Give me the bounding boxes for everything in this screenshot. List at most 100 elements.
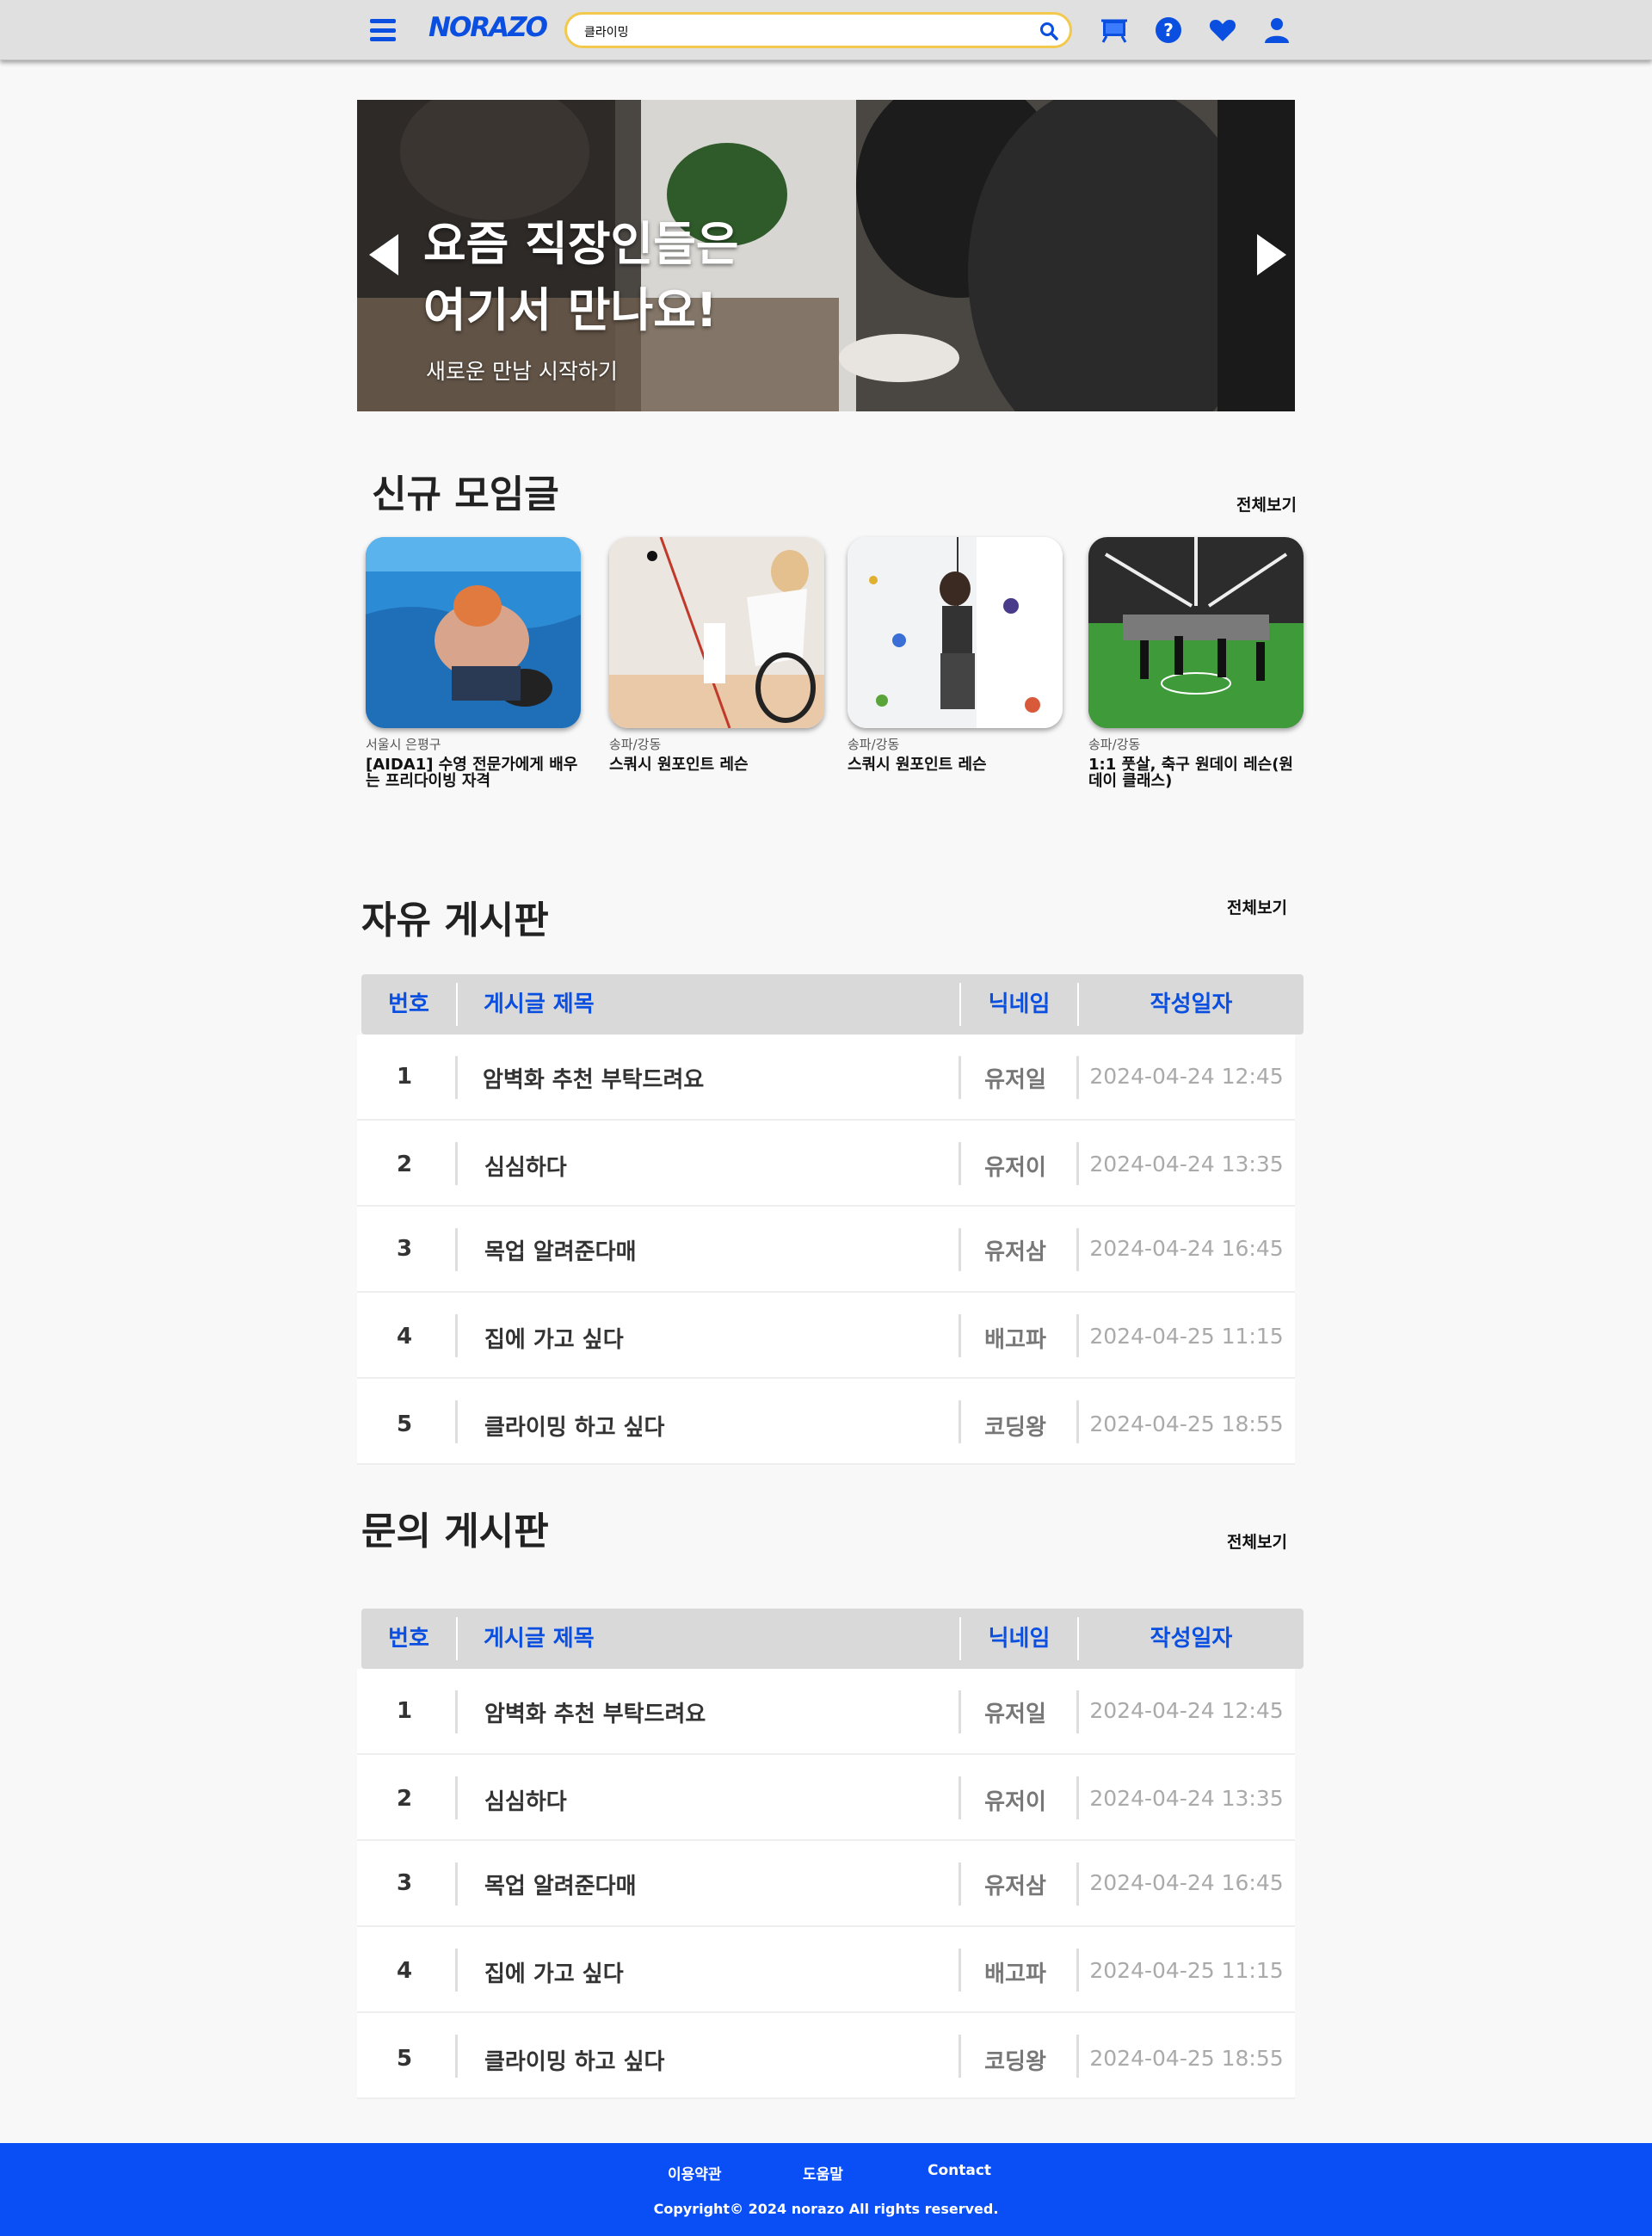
row-divider [455, 1776, 458, 1819]
search-bar[interactable]: 클라이밍 [564, 12, 1072, 48]
table-header: 번호 게시글 제목 닉네임 작성일자 [361, 1609, 1304, 1669]
top-header: NORAZO 클라이밍 ? [0, 0, 1652, 60]
row-number: 5 [396, 1411, 413, 1437]
card-title[interactable]: [AIDA1] 수영 전문가에게 배우는 프리다이빙 자격 [366, 757, 581, 789]
meeting-card[interactable]: 송파/강동 스쿼시 원포인트 레슨 [848, 537, 1063, 773]
table-row[interactable]: 2 심심하다 유저이 2024-04-24 13:35 [357, 1121, 1295, 1207]
table-row[interactable]: 1 암벽화 추천 부탁드려요 유저일 2024-04-24 12:45 [357, 1669, 1295, 1755]
copyright-text: Copyright© 2024 norazo All rights reserv… [653, 2201, 999, 2217]
banner-subtitle[interactable]: 새로운 만남 시작하기 [426, 355, 618, 386]
row-date: 2024-04-24 13:35 [1089, 1786, 1284, 1811]
row-divider [455, 1949, 458, 1992]
user-icon[interactable] [1262, 15, 1291, 45]
logo[interactable]: NORAZO [428, 12, 548, 43]
row-nickname: 유저이 [984, 1789, 1046, 1815]
row-date: 2024-04-24 12:45 [1089, 1064, 1284, 1089]
hero-banner[interactable]: 요즘 직장인들은 여기서 만나요! 새로운 만남 시작하기 [357, 100, 1295, 411]
heart-icon[interactable] [1208, 15, 1237, 45]
free-board-table: 번호 게시글 제목 닉네임 작성일자 1 암벽화 추천 부탁드려요 유저일 20… [357, 974, 1304, 1465]
svg-text:?: ? [1163, 20, 1174, 40]
free-board-see-all-link[interactable]: 전체보기 [1227, 895, 1287, 918]
row-divider [455, 1690, 458, 1733]
card-image[interactable] [366, 537, 581, 728]
table-row[interactable]: 1 암벽화 추천 부탁드려요 유저일 2024-04-24 12:45 [357, 1035, 1295, 1121]
table-row[interactable]: 3 목업 알려준다매 유저삼 2024-04-24 16:45 [357, 1841, 1295, 1927]
row-nickname: 코딩왕 [984, 1415, 1046, 1441]
card-image[interactable] [1088, 537, 1304, 728]
card-image[interactable] [609, 537, 824, 728]
card-image[interactable] [848, 537, 1063, 728]
menu-icon[interactable] [370, 19, 396, 41]
row-date: 2024-04-25 11:15 [1089, 1958, 1284, 1983]
table-row[interactable]: 3 목업 알려준다매 유저삼 2024-04-24 16:45 [357, 1207, 1295, 1293]
row-nickname: 유저삼 [984, 1874, 1046, 1899]
card-region: 송파/강동 [848, 737, 900, 752]
next-slide-arrow-icon[interactable] [1257, 234, 1286, 275]
row-title-link[interactable]: 집에 가고 싶다 [484, 1322, 624, 1354]
row-title-link[interactable]: 집에 가고 싶다 [484, 1956, 624, 1988]
meeting-card[interactable]: 서울시 은평구 [AIDA1] 수영 전문가에게 배우는 프리다이빙 자격 [366, 537, 581, 789]
footer-link-terms[interactable]: 이용약관 [668, 2162, 722, 2183]
row-divider [455, 1142, 458, 1185]
row-divider [455, 1056, 458, 1099]
prev-slide-arrow-icon[interactable] [369, 234, 398, 275]
table-row[interactable]: 2 심심하다 유저이 2024-04-24 13:35 [357, 1755, 1295, 1841]
row-divider [455, 1400, 458, 1443]
row-nickname: 코딩왕 [984, 2049, 1046, 2075]
column-header-nickname: 닉네임 [988, 1626, 1051, 1652]
row-title-link[interactable]: 목업 알려준다매 [484, 1234, 637, 1266]
new-meetings-see-all-link[interactable]: 전체보기 [1236, 492, 1297, 516]
row-date: 2024-04-25 11:15 [1089, 1324, 1284, 1349]
row-title-link[interactable]: 클라이밍 하고 싶다 [484, 1410, 664, 1442]
table-row[interactable]: 4 집에 가고 싶다 배고파 2024-04-25 11:15 [357, 1927, 1295, 2013]
new-meetings-title: 신규 모임글 [372, 473, 559, 516]
banner-title-line2: 여기서 만나요! [423, 283, 718, 337]
meeting-card[interactable]: 송파/강동 1:1 풋살, 축구 원데이 레슨(원데이 클래스) [1088, 537, 1304, 789]
table-row[interactable]: 5 클라이밍 하고 싶다 코딩왕 2024-04-25 18:55 [357, 1379, 1295, 1465]
row-date: 2024-04-25 18:55 [1089, 2046, 1284, 2071]
footer-link-help[interactable]: 도움말 [803, 2162, 843, 2183]
header-divider [456, 983, 458, 1026]
footer: 이용약관 도움말 Contact Copyright© 2024 norazo … [0, 2143, 1652, 2236]
qna-board-see-all-link[interactable]: 전체보기 [1227, 1529, 1287, 1553]
row-title-link[interactable]: 암벽화 추천 부탁드려요 [484, 1696, 706, 1728]
row-number: 1 [396, 1698, 413, 1724]
row-title-link[interactable]: 암벽화 추천 부탁드려요 [483, 1062, 704, 1094]
column-header-number: 번호 [388, 1626, 429, 1652]
row-title-link[interactable]: 목업 알려준다매 [484, 1868, 637, 1900]
row-divider [455, 1228, 458, 1271]
column-header-title: 게시글 제목 [484, 1626, 595, 1652]
row-date: 2024-04-24 16:45 [1089, 1870, 1284, 1895]
row-divider [455, 2035, 458, 2078]
row-title-link[interactable]: 클라이밍 하고 싶다 [484, 2044, 664, 2076]
row-number: 3 [396, 1870, 413, 1896]
row-nickname: 유저일 [984, 1702, 1046, 1727]
card-region: 송파/강동 [609, 737, 662, 752]
card-title[interactable]: 스쿼시 원포인트 레슨 [609, 757, 824, 773]
table-row[interactable]: 5 클라이밍 하고 싶다 코딩왕 2024-04-25 18:55 [357, 2013, 1295, 2099]
row-date: 2024-04-25 18:55 [1089, 1411, 1284, 1436]
free-board-title: 자유 게시판 [361, 899, 549, 942]
column-header-date: 작성일자 [1150, 991, 1233, 1017]
meeting-card[interactable]: 송파/강동 스쿼시 원포인트 레슨 [609, 537, 824, 773]
row-nickname: 배고파 [984, 1961, 1046, 1987]
column-header-date: 작성일자 [1150, 1626, 1233, 1652]
table-header: 번호 게시글 제목 닉네임 작성일자 [361, 974, 1304, 1035]
card-region: 서울시 은평구 [366, 737, 441, 752]
column-header-nickname: 닉네임 [988, 991, 1051, 1017]
column-header-title: 게시글 제목 [484, 991, 595, 1017]
table-row[interactable]: 4 집에 가고 싶다 배고파 2024-04-25 11:15 [357, 1293, 1295, 1379]
card-title[interactable]: 스쿼시 원포인트 레슨 [848, 757, 1063, 773]
search-icon[interactable] [1039, 21, 1059, 41]
row-nickname: 유저삼 [984, 1239, 1046, 1265]
card-title[interactable]: 1:1 풋살, 축구 원데이 레슨(원데이 클래스) [1088, 757, 1304, 789]
board-icon[interactable] [1100, 15, 1129, 45]
footer-link-contact[interactable]: Contact [928, 2162, 991, 2179]
row-title-link[interactable]: 심심하다 [484, 1784, 567, 1816]
row-number: 5 [396, 2046, 413, 2072]
row-title-link[interactable]: 심심하다 [484, 1150, 567, 1182]
row-date: 2024-04-24 13:35 [1089, 1152, 1284, 1177]
search-input[interactable]: 클라이밍 [584, 23, 629, 40]
help-icon[interactable]: ? [1154, 15, 1183, 45]
row-date: 2024-04-24 12:45 [1089, 1698, 1284, 1723]
